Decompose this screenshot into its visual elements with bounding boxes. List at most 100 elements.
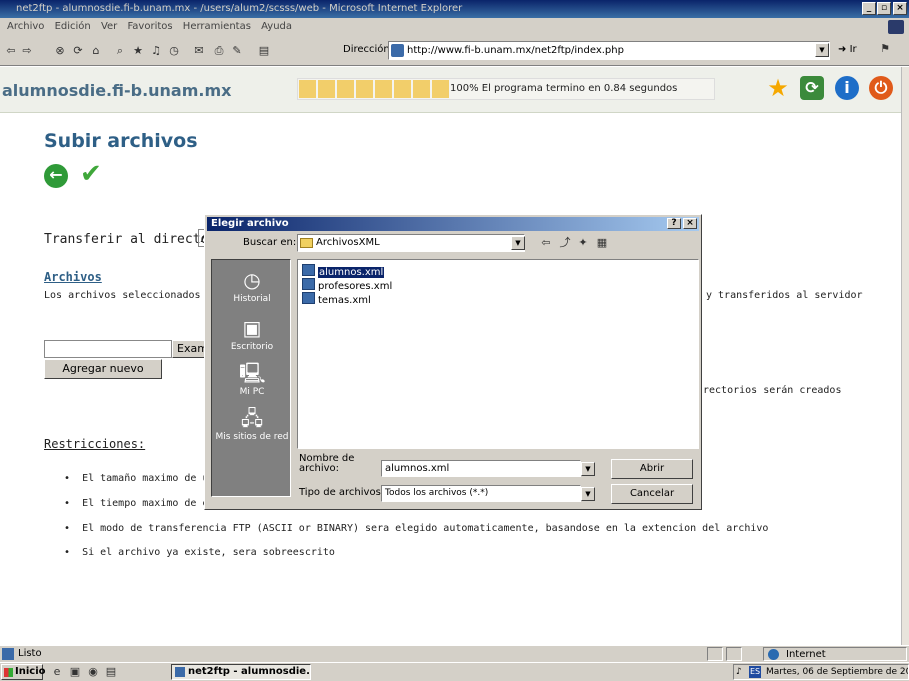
page-title: Subir archivos xyxy=(44,130,198,152)
list-item[interactable]: temas.xml xyxy=(302,292,371,306)
look-in-value: ArchivosXML xyxy=(316,237,380,248)
progress-bar: 100% El programa termino en 0.84 segundo… xyxy=(297,78,715,100)
back-arrow-icon[interactable]: ← xyxy=(44,164,68,188)
progress-text: 100% El programa termino en 0.84 segundo… xyxy=(450,83,678,94)
maximize-button[interactable]: ▫ xyxy=(877,2,891,15)
progress-segment xyxy=(356,80,373,98)
dialog-close-button[interactable]: × xyxy=(683,218,697,229)
page-status-icon xyxy=(2,648,14,660)
menu-herramientas[interactable]: Herramientas xyxy=(183,21,251,32)
language-indicator[interactable]: ES xyxy=(749,666,762,678)
file-open-dialog: Elegir archivo ? × Buscar en: ArchivosXM… xyxy=(204,214,702,510)
windows-logo-icon xyxy=(4,668,13,677)
forward-icon[interactable]: ⇨ xyxy=(20,44,34,58)
zone-pane: Internet xyxy=(763,647,907,661)
info-icon[interactable]: i xyxy=(835,76,859,100)
address-dropdown-arrow-icon[interactable]: ▼ xyxy=(815,43,829,57)
list-item: • El modo de transferencia FTP (ASCII or… xyxy=(64,523,769,534)
home-icon[interactable]: ⌂ xyxy=(89,44,103,58)
new-folder-icon[interactable]: ✦ xyxy=(576,236,590,250)
dialog-title-bar: Elegir archivo ? × xyxy=(207,217,699,231)
browse-button[interactable]: Examinar... xyxy=(172,340,208,358)
xml-file-icon xyxy=(302,278,315,290)
open-button[interactable]: Abrir xyxy=(611,459,693,479)
progress-segment xyxy=(318,80,335,98)
file-path-input[interactable] xyxy=(44,340,172,358)
filetype-label: Tipo de archivos: xyxy=(299,487,385,498)
taskbar-task-button[interactable]: net2ftp - alumnosdie.f... xyxy=(171,664,311,680)
media-icon[interactable]: ♫ xyxy=(149,44,163,58)
help-button[interactable]: ? xyxy=(667,218,681,229)
print-icon[interactable]: ⎙ xyxy=(212,44,226,58)
refresh-page-icon[interactable]: ⟳ xyxy=(800,76,824,100)
list-item: • El tamaño maximo de u xyxy=(64,473,209,484)
search-icon[interactable]: ⌕ xyxy=(113,44,127,58)
close-window-button[interactable]: × xyxy=(893,2,907,15)
address-url: http://www.fi-b.unam.mx/net2ftp/index.ph… xyxy=(407,45,624,56)
status-text: Listo xyxy=(18,648,42,659)
favorites-icon[interactable]: ★ xyxy=(131,44,145,58)
volume-icon[interactable]: ♪ xyxy=(736,665,742,679)
view-menu-icon[interactable]: ▦ xyxy=(595,236,609,250)
quicklaunch-ie-icon[interactable]: e xyxy=(50,665,64,679)
window-title: net2ftp - alumnosdie.fi-b.unam.mx - /use… xyxy=(16,3,463,14)
stop-icon[interactable]: ⊗ xyxy=(53,44,67,58)
filename-dropdown-arrow-icon[interactable]: ▼ xyxy=(581,462,595,476)
site-header: alumnosdie.fi-b.unam.mx 100% El programa… xyxy=(0,67,901,113)
place-historial[interactable]: ◷ Historial xyxy=(212,268,292,304)
quicklaunch-desktop-icon[interactable]: ▣ xyxy=(68,665,82,679)
list-item[interactable]: profesores.xml xyxy=(302,278,392,292)
status-bar: Listo Internet xyxy=(0,645,909,662)
go-button[interactable]: ➜ Ir xyxy=(838,44,857,55)
minimize-button[interactable]: _ xyxy=(862,2,876,15)
archivos-description: Los archivos seleccionados ser xyxy=(44,290,225,301)
menu-ayuda[interactable]: Ayuda xyxy=(261,21,292,32)
folder-icon xyxy=(300,238,313,248)
address-bar[interactable]: http://www.fi-b.unam.mx/net2ftp/index.ph… xyxy=(388,41,830,60)
submit-check-icon[interactable]: ✔ xyxy=(80,159,102,189)
ie-task-icon xyxy=(175,667,185,677)
add-new-button[interactable]: Agregar nuevo xyxy=(44,359,162,379)
up-folder-icon[interactable]: ⤴ xyxy=(558,236,572,250)
quicklaunch-explorer-icon[interactable]: ▤ xyxy=(104,665,118,679)
refresh-icon[interactable]: ⟳ xyxy=(71,44,85,58)
menu-archivo[interactable]: Archivo xyxy=(7,21,44,32)
computer-icon: 🖳 xyxy=(239,361,266,385)
bookmark-star-icon[interactable]: ★ xyxy=(766,76,790,100)
discuss-icon[interactable]: ▤ xyxy=(257,44,271,58)
back-icon[interactable]: ⇦ xyxy=(4,44,18,58)
menu-edicion[interactable]: Edición xyxy=(55,21,91,32)
taskbar: Inicio e ▣ ◉ ▤ net2ftp - alumnosdie.f...… xyxy=(0,662,909,681)
restrictions-heading: Restricciones: xyxy=(44,437,146,451)
logout-power-icon[interactable]: ⏻ xyxy=(869,76,893,100)
list-item: • El tiempo maximo de ej xyxy=(64,498,215,509)
start-button[interactable]: Inicio xyxy=(1,664,46,680)
filetype-select[interactable]: Todos los archivos (*.*) xyxy=(381,485,581,502)
filetype-dropdown-arrow-icon[interactable]: ▼ xyxy=(581,487,595,501)
progress-segment xyxy=(337,80,354,98)
address-label: Dirección xyxy=(343,44,390,55)
place-mi-pc[interactable]: 🖳 Mi PC xyxy=(212,361,292,397)
look-in-dropdown-arrow-icon[interactable]: ▼ xyxy=(511,236,525,250)
file-list: alumnos.xml profesores.xml temas.xml xyxy=(297,259,699,449)
list-item[interactable]: alumnos.xml xyxy=(302,264,385,278)
translate-icon[interactable]: ⚑ xyxy=(878,42,892,56)
filename-input[interactable]: alumnos.xml xyxy=(381,460,581,477)
edit-icon[interactable]: ✎ xyxy=(230,44,244,58)
look-in-select[interactable]: ArchivosXML xyxy=(297,234,525,252)
desktop-icon: ▣ xyxy=(242,316,262,340)
filename-label: Nombre de archivo: xyxy=(299,453,355,474)
zone-text: Internet xyxy=(786,649,826,660)
vertical-scrollbar[interactable] xyxy=(901,67,909,645)
place-network[interactable]: 🖧 Mis sitios de red xyxy=(212,406,292,442)
cancel-button[interactable]: Cancelar xyxy=(611,484,693,504)
go-arrow-icon: ➜ xyxy=(838,44,847,55)
mail-icon[interactable]: ✉ xyxy=(192,44,206,58)
quicklaunch-media-icon[interactable]: ◉ xyxy=(86,665,100,679)
back-folder-icon[interactable]: ⇦ xyxy=(539,236,553,250)
place-escritorio[interactable]: ▣ Escritorio xyxy=(212,316,292,352)
menu-favoritos[interactable]: Favoritos xyxy=(127,21,172,32)
history-icon[interactable]: ◷ xyxy=(167,44,181,58)
page-icon xyxy=(391,44,404,57)
menu-ver[interactable]: Ver xyxy=(101,21,117,32)
